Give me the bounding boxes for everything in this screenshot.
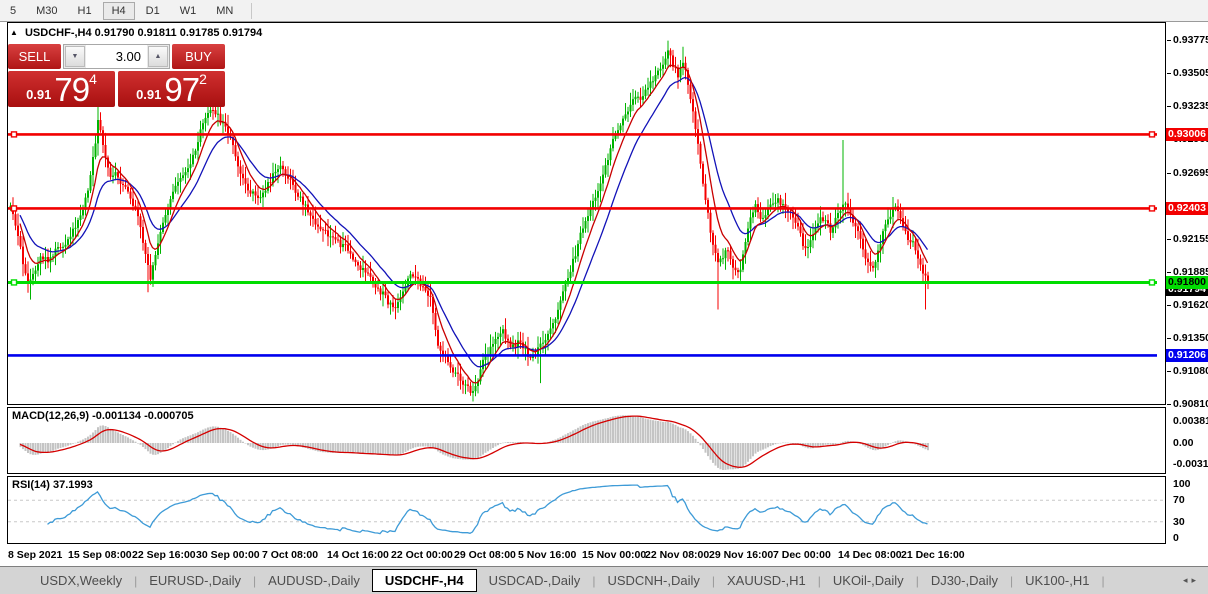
date-tick: 22 Oct 00:00 bbox=[391, 549, 453, 561]
price-tick: 0.91620 bbox=[1173, 299, 1208, 311]
price-tick: 0.93775 bbox=[1173, 34, 1208, 46]
rsi-line bbox=[48, 485, 928, 533]
volume-stepper: ▼ ▲ bbox=[63, 44, 170, 69]
timeframe-button-d1[interactable]: D1 bbox=[137, 2, 169, 20]
tab-scroll-right-icon[interactable]: ▸ bbox=[1191, 575, 1200, 585]
date-tick: 15 Nov 00:00 bbox=[582, 549, 646, 561]
timeframe-button-mn[interactable]: MN bbox=[207, 2, 242, 20]
ma-fast-line bbox=[20, 65, 928, 383]
rsi-axis-value: 30 bbox=[1173, 516, 1185, 528]
line-handle[interactable] bbox=[1150, 280, 1155, 285]
hline-price-label: 0.93006 bbox=[1166, 128, 1208, 141]
macd-axis-value: 0.003811 bbox=[1173, 415, 1208, 427]
macd-signal-line bbox=[20, 416, 928, 467]
price-tick: 0.93235 bbox=[1173, 100, 1208, 112]
date-tick: 29 Oct 08:00 bbox=[454, 549, 516, 561]
line-handle[interactable] bbox=[1150, 132, 1155, 137]
macd-axis-value: -0.003115 bbox=[1173, 458, 1208, 470]
chart-ohlc-values: 0.91790 0.91811 0.91785 0.91794 bbox=[95, 27, 263, 39]
date-tick: 5 Nov 16:00 bbox=[518, 549, 576, 561]
macd-axis-value: 0.00 bbox=[1173, 437, 1193, 449]
chart-title: ▲ USDCHF-,H4 0.91790 0.91811 0.91785 0.9… bbox=[10, 27, 262, 39]
tab-uk100-h1[interactable]: UK100-,H1 bbox=[1013, 573, 1101, 588]
sell-button[interactable]: SELL bbox=[8, 44, 61, 69]
date-tick: 29 Nov 16:00 bbox=[709, 549, 773, 561]
rsi-indicator-panel[interactable] bbox=[7, 476, 1166, 544]
ask-price-prefix: 0.91 bbox=[136, 85, 161, 105]
tab-ukoil-daily[interactable]: UKOil-,Daily bbox=[821, 573, 916, 588]
tab-separator: | bbox=[1101, 574, 1104, 588]
toolbar-separator bbox=[251, 3, 252, 19]
hline-price-label: 0.91800 bbox=[1166, 276, 1208, 289]
date-tick: 7 Oct 08:00 bbox=[262, 549, 318, 561]
date-tick: 14 Dec 08:00 bbox=[838, 549, 902, 561]
volume-decrease-button[interactable]: ▼ bbox=[65, 46, 85, 67]
line-handle[interactable] bbox=[12, 132, 17, 137]
tab-xauusd-h1[interactable]: XAUUSD-,H1 bbox=[715, 573, 818, 588]
hline-price-label: 0.92403 bbox=[1166, 202, 1208, 215]
price-axis[interactable]: 0.93775 0.93505 0.93235 0.92965 0.92695 … bbox=[1166, 22, 1208, 544]
price-tick: 0.91080 bbox=[1173, 365, 1208, 377]
timeframe-button-m30[interactable]: M30 bbox=[27, 2, 66, 20]
price-tick: 0.90810 bbox=[1173, 398, 1208, 410]
timeframe-button-h4[interactable]: H4 bbox=[103, 2, 135, 20]
date-tick: 8 Sep 2021 bbox=[8, 549, 62, 561]
hline-price-label: 0.91206 bbox=[1166, 349, 1208, 362]
collapse-panel-icon[interactable]: ▲ bbox=[10, 28, 18, 37]
volume-input[interactable] bbox=[86, 45, 147, 68]
line-handle[interactable] bbox=[12, 206, 17, 211]
timeframe-button-m5[interactable]: 5 bbox=[1, 2, 25, 20]
macd-indicator-label: MACD(12,26,9) -0.001134 -0.000705 bbox=[12, 410, 194, 422]
date-tick: 22 Sep 16:00 bbox=[132, 549, 196, 561]
rsi-axis-value: 70 bbox=[1173, 494, 1185, 506]
bid-price-prefix: 0.91 bbox=[26, 85, 51, 105]
chart-symbol-period: USDCHF-,H4 bbox=[25, 27, 92, 39]
timeframe-button-w1[interactable]: W1 bbox=[171, 2, 206, 20]
tab-audusd-daily[interactable]: AUDUSD-,Daily bbox=[256, 573, 372, 588]
tab-usdcad-daily[interactable]: USDCAD-,Daily bbox=[477, 573, 593, 588]
line-handle[interactable] bbox=[1150, 206, 1155, 211]
volume-increase-button[interactable]: ▲ bbox=[148, 46, 168, 67]
time-axis[interactable]: 8 Sep 2021 15 Sep 08:00 22 Sep 16:00 30 … bbox=[7, 544, 1166, 566]
chart-tab-bar: USDX,Weekly | EURUSD-,Daily | AUDUSD-,Da… bbox=[0, 566, 1208, 594]
date-tick: 7 Dec 00:00 bbox=[773, 549, 831, 561]
terminal-window: 5 M30 H1 H4 D1 W1 MN ▲ USDCHF-,H4 0.9179… bbox=[0, 0, 1208, 594]
date-tick: 14 Oct 16:00 bbox=[327, 549, 389, 561]
bid-price-big-digits: 79 bbox=[54, 75, 89, 105]
price-tick: 0.91350 bbox=[1173, 332, 1208, 344]
bid-price-pipette: 4 bbox=[89, 73, 97, 85]
rsi-axis-value: 100 bbox=[1173, 478, 1191, 490]
price-tick: 0.93505 bbox=[1173, 67, 1208, 79]
ask-price-pipette: 2 bbox=[199, 73, 207, 85]
timeframe-toolbar: 5 M30 H1 H4 D1 W1 MN bbox=[0, 0, 1208, 22]
tab-usdchf-h4[interactable]: USDCHF-,H4 bbox=[372, 569, 477, 592]
bid-price-display[interactable]: 0.91 79 4 bbox=[8, 71, 115, 107]
one-click-trading-panel: SELL ▼ ▲ BUY 0.91 79 4 0.91 97 2 bbox=[8, 44, 225, 107]
ma-slow-line bbox=[20, 78, 928, 367]
buy-button[interactable]: BUY bbox=[172, 44, 225, 69]
tab-scroll-arrows[interactable]: ◂▸ bbox=[1183, 575, 1200, 586]
price-tick: 0.92695 bbox=[1173, 167, 1208, 179]
ask-price-display[interactable]: 0.91 97 2 bbox=[118, 71, 225, 107]
price-tick: 0.92155 bbox=[1173, 233, 1208, 245]
tab-dj30-daily[interactable]: DJ30-,Daily bbox=[919, 573, 1010, 588]
date-tick: 15 Sep 08:00 bbox=[68, 549, 132, 561]
line-handle[interactable] bbox=[12, 280, 17, 285]
date-tick: 21 Dec 16:00 bbox=[901, 549, 965, 561]
date-tick: 22 Nov 08:00 bbox=[645, 549, 709, 561]
tab-usdx-weekly[interactable]: USDX,Weekly bbox=[28, 573, 134, 588]
date-tick: 30 Sep 00:00 bbox=[196, 549, 260, 561]
ask-price-big-digits: 97 bbox=[164, 75, 199, 105]
tab-usdcnh-daily[interactable]: USDCNH-,Daily bbox=[595, 573, 711, 588]
rsi-chart bbox=[8, 477, 1163, 541]
tab-eurusd-daily[interactable]: EURUSD-,Daily bbox=[137, 573, 253, 588]
rsi-indicator-label: RSI(14) 37.1993 bbox=[12, 479, 93, 491]
rsi-axis-value: 0 bbox=[1173, 532, 1179, 544]
timeframe-button-h1[interactable]: H1 bbox=[69, 2, 101, 20]
